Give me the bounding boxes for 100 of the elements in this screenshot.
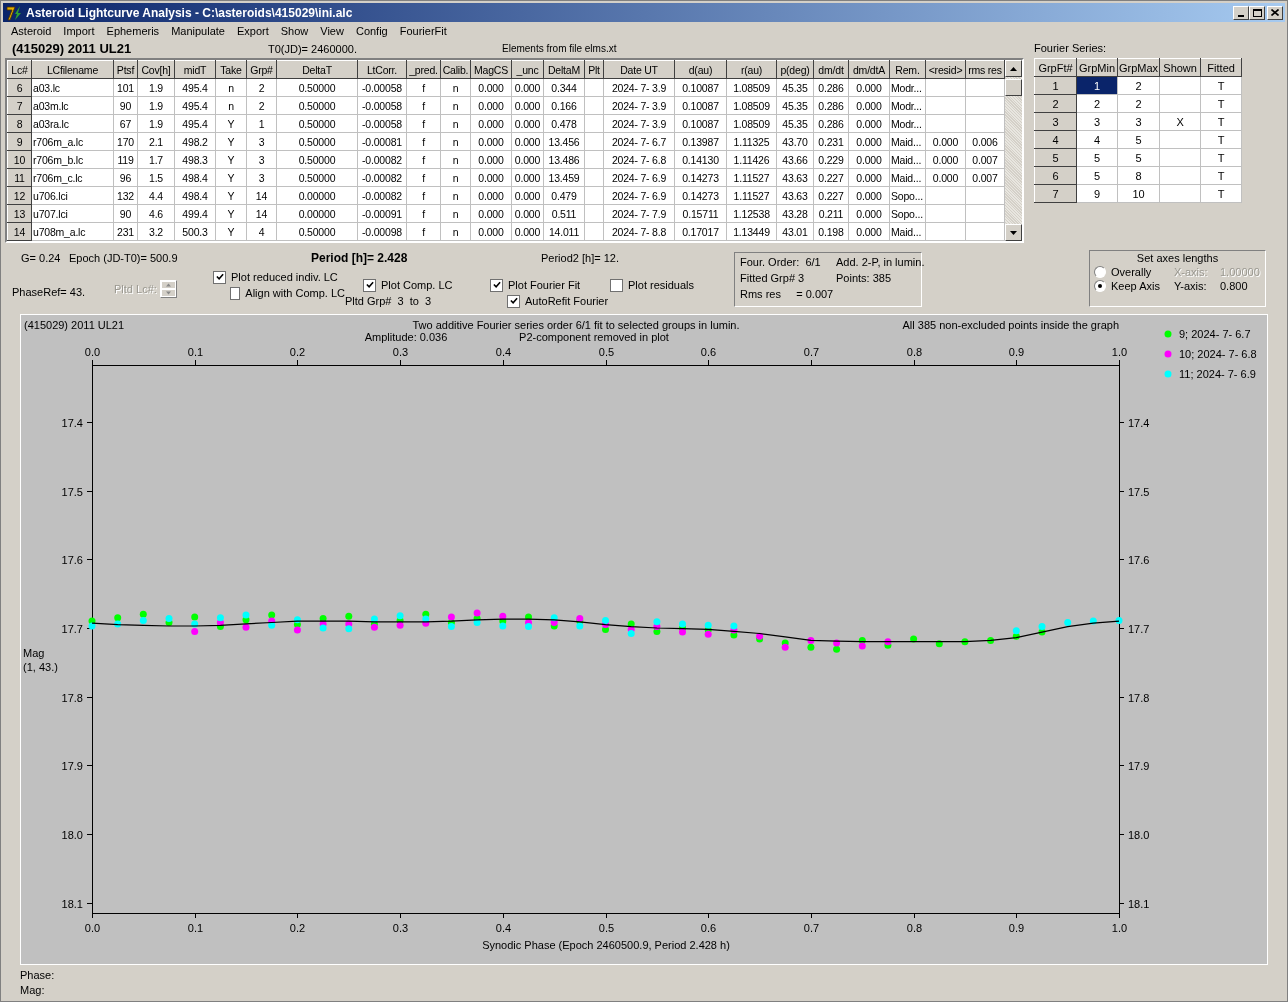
table-cell: 4.4 <box>137 186 175 205</box>
table-cell: 1 <box>246 114 277 133</box>
table-cell: 498.3 <box>174 150 216 169</box>
amplitude-label: Amplitude: 0.036 <box>364 331 448 343</box>
status-label: Phase: <box>20 968 56 983</box>
table-cell: Maid... <box>889 150 926 169</box>
table-cell: 43.63 <box>776 168 814 187</box>
fourier-label: Fourier Series: <box>1034 41 1108 56</box>
table-cell: 0.10087 <box>674 96 727 115</box>
table-cell: f <box>406 132 441 151</box>
table-cell: -0.00082 <box>357 150 407 169</box>
table-cell: 0.007 <box>965 150 1005 169</box>
table-cell: Maid... <box>889 168 926 187</box>
table-cell: n <box>440 204 471 223</box>
table-cell: 498.4 <box>174 186 216 205</box>
asteroid-name: (415029) 2011 UL21 <box>11 41 133 56</box>
table-cell: 13.459 <box>543 168 585 187</box>
table-cell: 500.3 <box>174 222 216 241</box>
table-cell: 0.000 <box>925 132 966 151</box>
x-tick-label: 0.2 <box>289 346 306 358</box>
y-tick-label: 18.0 <box>1128 828 1150 841</box>
table-cell: 0.000 <box>511 96 544 115</box>
table-cell: 0.17017 <box>674 222 727 241</box>
y-tick-label: 17.8 <box>1128 691 1150 704</box>
table-cell: 43.01 <box>776 222 814 241</box>
table-cell: 4 <box>246 222 277 241</box>
table-cell: n <box>440 168 471 187</box>
table-cell: Y <box>215 204 247 223</box>
table-cell: 1.08509 <box>726 114 777 133</box>
legend-label: 9; 2024- 7- 6.7 <box>1179 328 1251 340</box>
table-cell: 0.14273 <box>674 168 727 187</box>
y-tick-label: 17.5 <box>61 485 83 498</box>
table-cell: 0.231 <box>813 132 849 151</box>
table-cell: 3 <box>246 132 277 151</box>
table-cell: 4.6 <box>137 204 175 223</box>
y-tick-label: 18.1 <box>1128 897 1150 910</box>
table-cell: a03m.lc <box>31 96 114 115</box>
table-cell: 0.006 <box>965 132 1005 151</box>
table-cell: 0.000 <box>470 132 512 151</box>
table-cell: -0.00081 <box>357 132 407 151</box>
table-cell: 0.14130 <box>674 150 727 169</box>
x-tick-label: 0.8 <box>906 346 923 358</box>
table-cell: 0.000 <box>470 150 512 169</box>
table-cell: -0.00098 <box>357 222 407 241</box>
table-cell: 0.000 <box>470 204 512 223</box>
table-cell: 0.286 <box>813 96 849 115</box>
table-cell: 0.50000 <box>276 150 358 169</box>
table-cell: 170 <box>113 132 138 151</box>
table-cell: 0.000 <box>511 78 544 97</box>
y-axis-title: Mag <box>23 647 45 659</box>
table-cell: 1.7 <box>137 150 175 169</box>
g-value: G= 0.24 <box>21 252 62 264</box>
pltd-lc-label: Pltd Lc#: <box>114 283 157 295</box>
table-cell: Modr... <box>889 96 926 115</box>
plotted-groups-value: Pltd Grp# 3 to 3 <box>345 294 433 307</box>
table-cell: 2024- 7- 3.9 <box>603 78 675 97</box>
table-cell: 0.50000 <box>276 222 358 241</box>
x-tick-label: 0.7 <box>803 346 820 358</box>
fit-info-text: Add. 2-P, in lumin. <box>836 255 925 270</box>
table-cell: 0.000 <box>848 132 890 151</box>
table-cell: -0.00058 <box>357 78 407 97</box>
table-cell: 2.1 <box>137 132 175 151</box>
y-tick-label: 17.9 <box>1128 759 1150 772</box>
table-cell: 0.000 <box>511 150 544 169</box>
x-tick-label: 0.8 <box>906 922 923 934</box>
table-cell: 2 <box>246 96 277 115</box>
y-tick-label: 17.6 <box>61 553 83 566</box>
table-cell: u706.lci <box>31 186 114 205</box>
table-cell: 0.000 <box>848 114 890 133</box>
window-title: Asteroid Lightcurve Analysis - C:\asteroids\415029\ini.alc <box>26 5 354 20</box>
table-cell: n <box>440 114 471 133</box>
elements-label: Elements from file elms.xt <box>502 43 618 54</box>
table-cell: a03ra.lc <box>31 114 114 133</box>
table-cell: 13.486 <box>543 150 585 169</box>
fit-info-text: Four. Order: 6/1 <box>740 255 822 270</box>
graph-title: (415029) 2011 UL21 <box>24 319 125 331</box>
x-tick-label: 0.5 <box>598 922 615 934</box>
table-cell: 498.4 <box>174 168 216 187</box>
table-cell: u707.lci <box>31 204 114 223</box>
table-cell: Y <box>215 222 247 241</box>
graph-subtitle: Two additive Fourier series order 6/1 fit to selected groups in lumin. <box>412 319 740 331</box>
table-cell: 0.000 <box>848 96 890 115</box>
y-tick-label: 17.8 <box>61 691 83 704</box>
table-cell: 1.13449 <box>726 222 777 241</box>
table-cell: -0.00091 <box>357 204 407 223</box>
table-cell: 0.000 <box>511 222 544 241</box>
table-cell: 0.000 <box>848 186 890 205</box>
p2-note: P2-component removed in plot <box>519 331 669 343</box>
table-cell: 0.000 <box>848 204 890 223</box>
table-cell: 1.12538 <box>726 204 777 223</box>
x-tick-label: 0.4 <box>495 346 512 358</box>
table-cell: n <box>440 186 471 205</box>
x-tick-label: 0.0 <box>84 922 101 934</box>
table-cell: 1.11527 <box>726 186 777 205</box>
y-tick-label: 17.7 <box>1128 622 1150 635</box>
table-cell: 0.10087 <box>674 114 727 133</box>
table-cell: 0.000 <box>470 96 512 115</box>
table-cell: 45.35 <box>776 114 814 133</box>
x-tick-label: 0.9 <box>1008 346 1025 358</box>
legend-label: 11; 2024- 7- 6.9 <box>1179 368 1256 380</box>
